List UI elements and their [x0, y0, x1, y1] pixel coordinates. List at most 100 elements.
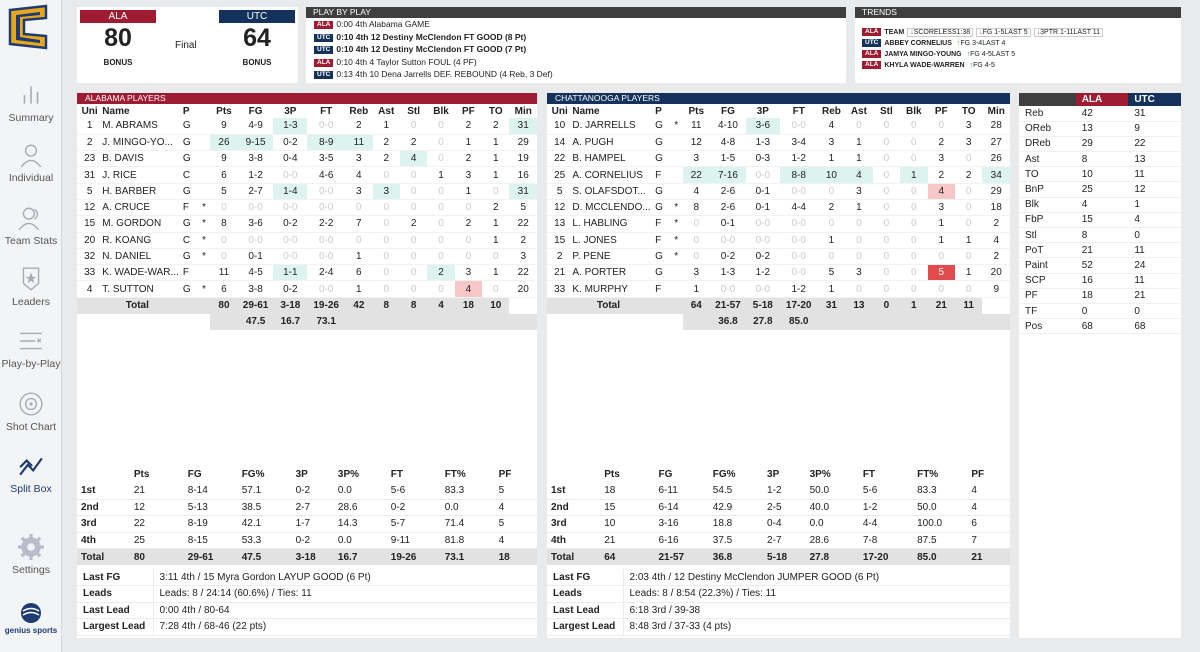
- col-header: FG: [721, 105, 735, 117]
- sidebar: Summary Individual Team Stats Leaders Play-b…: [0, 0, 62, 652]
- stat-value: 4: [1128, 212, 1181, 229]
- stat-cell: 1-4: [273, 183, 308, 200]
- stat-cell: 2: [399, 215, 428, 233]
- quarter-cell: 1st: [77, 482, 130, 500]
- stat-cell: 0-4: [273, 150, 308, 168]
- sidebar-item-split-box[interactable]: Split Box: [0, 453, 62, 495]
- stat-cell: 0: [872, 183, 901, 200]
- team-badge: ALA: [314, 58, 334, 67]
- stat-cell: 3: [372, 183, 400, 200]
- quarter-cell: 0-2: [386, 499, 441, 516]
- stat-cell: G: [182, 183, 198, 200]
- stat-cell: 11: [682, 118, 710, 135]
- player-name: B. HAMPEL: [572, 150, 656, 168]
- trend-row[interactable]: ALA TEAM ↓SCORELESS1:38 ↓FG 1-5LAST 5 ↓3PTR …: [855, 27, 1181, 38]
- stat-cell: 0-0: [779, 232, 818, 249]
- sidebar-item-summary[interactable]: Summary: [0, 82, 62, 124]
- stat-cell: 1-2: [779, 280, 818, 298]
- stat-cell: 0: [210, 199, 238, 217]
- table-row[interactable]: 32 N. DANIEL G * 0 0-1 0-0 0-0 1 0 0 0 0 0 3: [77, 248, 537, 266]
- info-value: 2:03 4th / 12 Destiny McClendon JUMPER G…: [622, 569, 1010, 586]
- stat-cell: 0-0: [307, 183, 346, 200]
- table-row[interactable]: 33 K. WADE-WAR... F 11 4-5 1-1 2-4 6 0 0 2 3 1 22: [77, 264, 537, 282]
- stat-cell: 27: [982, 134, 1010, 152]
- pbp-row[interactable]: ALA 0:00 4th Alabama GAME: [306, 18, 846, 31]
- stat-cell: 20: [77, 232, 103, 249]
- spacer: [954, 313, 983, 330]
- stat-cell: F: [182, 199, 198, 217]
- stat-value: 10: [1075, 166, 1129, 183]
- table-row[interactable]: 13 L. HABLING F * 0 0-1 0-0 0-0 0 0 0 0 1 0 2: [547, 215, 1010, 233]
- col-header: Stl: [407, 105, 420, 117]
- table-row[interactable]: 15 M. GORDON G * 8 3-6 0-2 2-2 7 0 2 0 2 1 22: [77, 215, 537, 233]
- stat-cell: 14: [547, 134, 573, 152]
- spacer: [982, 313, 1010, 330]
- stat-cell: 0: [682, 232, 710, 249]
- trend-row[interactable]: UTC ABBEY CORNELIUS ↑FG 3-4LAST 4: [855, 38, 1181, 49]
- play-by-play-panel[interactable]: PLAY BY PLAY ALA 0:00 4th Alabama GAME UTC…: [306, 7, 846, 83]
- table-row[interactable]: 20 R. KOANG C * 0 0-0 0-0 0-0 0 0 0 0 0 1 2: [77, 232, 537, 249]
- sidebar-item-leaders[interactable]: Leaders: [0, 266, 62, 308]
- stat-cell: 0-0: [779, 118, 818, 135]
- quarter-cell: 2-5: [763, 499, 806, 516]
- stat-cell: 2: [482, 118, 510, 135]
- table-row[interactable]: 2 P. PENE G * 0 0-2 0-2 0-0 0 0 0 0 0 0 2: [547, 248, 1010, 266]
- info-value: 7:28 4th / 68-46 (22 pts): [152, 618, 537, 636]
- stat-cell: 2: [927, 134, 955, 152]
- stat-cell: 1: [482, 134, 510, 152]
- table-row[interactable]: 23 B. DAVIS G 9 3-8 0-4 3-5 3 2 4 0 2 1 19: [77, 150, 537, 168]
- player-name: S. OLAFSDOT...: [572, 183, 656, 200]
- quarter-cell: 5-7: [386, 515, 441, 533]
- stat-cell: 0: [399, 264, 428, 282]
- stat-cell: 0: [900, 199, 928, 217]
- col-header: FG: [187, 468, 202, 480]
- panel-title: CHATTANOOGA PLAYERS: [547, 93, 1010, 104]
- sidebar-item-play-by-play[interactable]: Play-by-Play: [0, 328, 62, 370]
- stat-cell: 2: [982, 248, 1010, 266]
- sidebar-item-individual[interactable]: Individual: [0, 142, 62, 184]
- sidebar-item-settings[interactable]: Settings: [0, 534, 62, 576]
- stat-cell: 1-3: [745, 134, 780, 152]
- table-row[interactable]: 2 J. MINGO-YO... G 26 9-15 0-2 8-9 11 2 2 0 1 1 29: [77, 134, 537, 152]
- quarter-cell: 25: [129, 532, 184, 549]
- table-row[interactable]: 12 A. CRUCE F * 0 0-0 0-0 0-0 0 0 0 0 0 2 5: [77, 199, 537, 217]
- total-cell: 13: [845, 297, 873, 314]
- sidebar-item-shot-chart[interactable]: Shot Chart: [0, 391, 62, 433]
- stat-cell: 0: [399, 166, 428, 184]
- table-row[interactable]: 31 J. RICE C 6 1-2 0-0 4-6 4 0 0 1 3 1 16: [77, 166, 537, 184]
- table-row[interactable]: 12 D. MCCLENDO... G * 8 2-6 0-1 4-4 2 1 0 0 3 0 18: [547, 199, 1010, 217]
- spacer: [509, 313, 537, 330]
- pbp-row[interactable]: ALA 0:10 4th 4 Taylor Sutton FOUL (4 PF): [306, 56, 846, 69]
- sidebar-item-team-stats[interactable]: Team Stats: [0, 205, 62, 247]
- stat-cell: 0-0: [779, 264, 818, 282]
- chattanooga-panel: CHATTANOOGA PLAYERS Uni Name P Pts FG 3P FT Reb A…: [547, 93, 1010, 638]
- quarter-cell: 4: [494, 532, 537, 549]
- spacer: [182, 313, 198, 330]
- col-header: Ast: [850, 105, 867, 117]
- table-row[interactable]: 21 A. PORTER G 3 1-3 1-2 0-0 5 3 0 0 5 1 20: [547, 264, 1010, 282]
- trend-row[interactable]: ALA JAMYA MINGO-YOUNG ↑FG 4-5LAST 5: [855, 49, 1181, 60]
- table-row[interactable]: 10 D. JARRELLS G * 11 4-10 3-6 0-0 4 0 0 0 0 3 28: [547, 118, 1010, 135]
- table-row[interactable]: 25 A. CORNELIUS F 22 7-16 0-0 8-8 10 4 0 1 2 2 34: [547, 166, 1010, 184]
- pbp-row[interactable]: UTC 0:10 4th 12 Destiny McClendon FT GOOD…: [306, 43, 846, 56]
- stat-label: Pos: [1019, 318, 1076, 335]
- table-row[interactable]: 22 B. HAMPEL G 3 1-5 0-3 1-2 1 1 0 0 3 0 26: [547, 150, 1010, 168]
- info-row: Last Lead 6:18 3rd / 39-38: [547, 602, 1010, 619]
- trends-panel[interactable]: TRENDS ALA TEAM ↓SCORELESS1:38 ↓FG 1-5LAST …: [855, 7, 1181, 83]
- table-row[interactable]: 15 L. JONES F * 0 0-0 0-0 0-0 1 0 0 0 1 1 4: [547, 232, 1010, 249]
- table-row[interactable]: 14 A. PUGH G 12 4-8 1-3 3-4 3 1 0 0 2 3 27: [547, 134, 1010, 152]
- player-name: M. GORDON: [102, 215, 183, 233]
- table-row[interactable]: 5 S. OLAFSDOT... G 4 2-6 0-1 0-0 0 3 0 0 4 0 29: [547, 183, 1010, 200]
- trend-row[interactable]: ALA KHYLA WADE-WARREN ↑FG 4-5: [855, 60, 1181, 71]
- table-row[interactable]: 33 K. MURPHY F 1 0-0 0-0 1-2 1 0 0 0 0 0 9: [547, 280, 1010, 298]
- quarter-cell: 5: [494, 515, 537, 533]
- table-row[interactable]: 5 H. BARBER G 5 2-7 1-4 0-0 3 3 0 0 1 0 31: [77, 183, 537, 200]
- stat-cell: 1: [345, 280, 373, 298]
- stat-cell: 9: [210, 150, 238, 168]
- table-row[interactable]: 4 T. SUTTON G * 6 3-8 0-2 0-0 1 0 0 0 4 0 20: [77, 280, 537, 298]
- table-row[interactable]: 1 M. ABRAMS G 9 4-9 1-3 0-0 2 1 0 0 2 2 31: [77, 118, 537, 135]
- stat-value: 31: [1128, 106, 1181, 122]
- pbp-row[interactable]: UTC 0:10 4th 12 Destiny McClendon FT GOOD…: [306, 31, 846, 44]
- compare-row: SCP 16 11: [1019, 273, 1181, 289]
- pbp-row[interactable]: UTC 0:13 4th 10 Dena Jarrells DEF. REBOUN…: [306, 68, 846, 81]
